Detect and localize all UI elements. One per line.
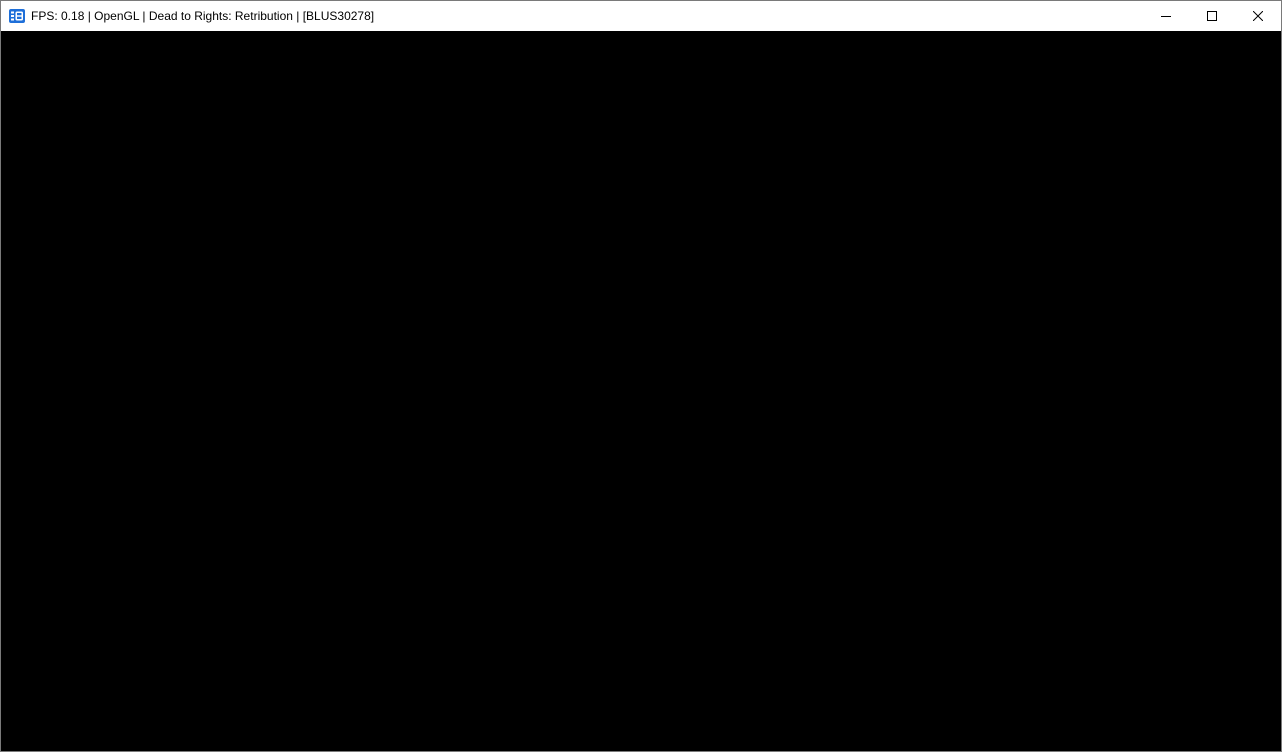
maximize-button[interactable] xyxy=(1189,1,1235,31)
minimize-button[interactable] xyxy=(1143,1,1189,31)
rpcs3-icon[interactable] xyxy=(9,8,25,24)
maximize-icon xyxy=(1207,11,1217,21)
caption-buttons xyxy=(1143,1,1281,31)
minimize-icon xyxy=(1161,16,1171,17)
game-viewport[interactable] xyxy=(1,31,1281,751)
window-title: FPS: 0.18 | OpenGL | Dead to Rights: Ret… xyxy=(31,9,375,23)
emulator-window: FPS: 0.18 | OpenGL | Dead to Rights: Ret… xyxy=(0,0,1282,752)
close-icon xyxy=(1253,11,1263,21)
title-bar[interactable]: FPS: 0.18 | OpenGL | Dead to Rights: Ret… xyxy=(1,1,1281,31)
close-button[interactable] xyxy=(1235,1,1281,31)
